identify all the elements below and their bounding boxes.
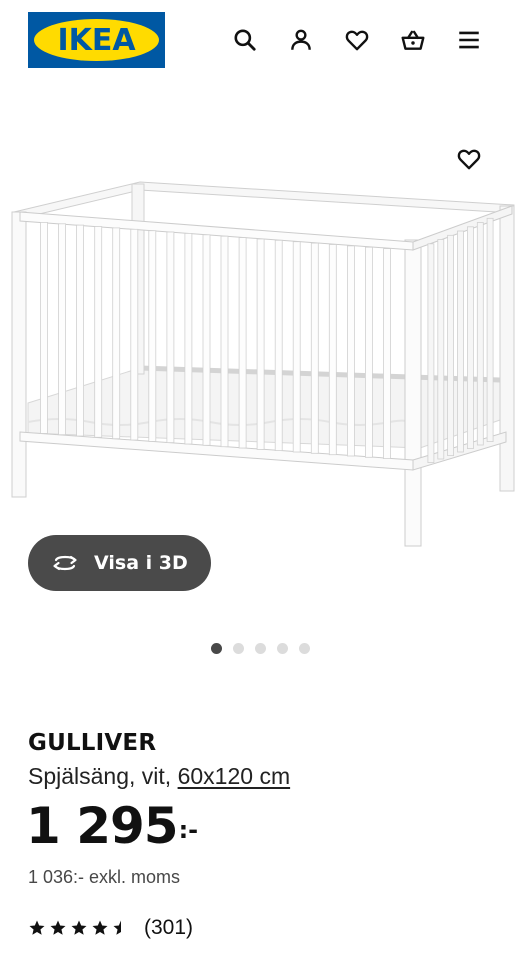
crib-slat bbox=[166, 231, 175, 444]
star-full-icon bbox=[29, 920, 45, 935]
heart-icon bbox=[457, 149, 481, 170]
carousel-dot[interactable] bbox=[299, 643, 310, 654]
price-amount: 1 295 bbox=[26, 797, 179, 855]
crib-end-slat bbox=[476, 222, 484, 446]
carousel-dot[interactable] bbox=[211, 643, 222, 654]
crib-slat bbox=[383, 248, 391, 459]
image-carousel-indicator bbox=[211, 643, 310, 654]
crib-slat bbox=[292, 241, 301, 453]
star-full-icon bbox=[71, 920, 87, 935]
view-in-3d-button[interactable]: Visa i 3D bbox=[28, 535, 211, 591]
crib-slat bbox=[76, 224, 84, 437]
account-icon bbox=[291, 29, 311, 50]
logo-text: IKEA bbox=[57, 22, 136, 58]
product-size-link[interactable]: 60x120 cm bbox=[178, 763, 291, 789]
crib-end-slat bbox=[486, 217, 494, 443]
carousel-dot[interactable] bbox=[255, 643, 266, 654]
crib-slat bbox=[256, 238, 265, 450]
crib-slat bbox=[346, 245, 355, 457]
ikea-logo[interactable]: IKEA bbox=[28, 12, 165, 68]
crib-slat bbox=[148, 230, 157, 442]
rating-stars bbox=[28, 919, 130, 937]
crib-slat bbox=[58, 223, 66, 436]
product-image[interactable] bbox=[0, 170, 525, 560]
carousel-dot[interactable] bbox=[277, 643, 288, 654]
site-header: IKEA bbox=[0, 0, 525, 80]
crib-slat bbox=[40, 222, 48, 434]
heart-icon bbox=[345, 30, 369, 51]
crib-slat bbox=[94, 226, 103, 438]
favourites-button[interactable] bbox=[341, 24, 373, 56]
search-button[interactable] bbox=[229, 24, 261, 56]
product-type-text: Spjälsäng, vit, bbox=[28, 763, 178, 789]
carousel-dot[interactable] bbox=[233, 643, 244, 654]
crib-slat bbox=[202, 234, 211, 446]
star-half-icon bbox=[113, 920, 121, 935]
crib-end-slat bbox=[447, 234, 455, 457]
product-name: GULLIVER bbox=[28, 730, 157, 756]
crib-end-slat bbox=[427, 243, 435, 464]
crib-end-slat bbox=[437, 239, 445, 460]
view-in-3d-label: Visa i 3D bbox=[94, 552, 188, 574]
crib-end-slat bbox=[466, 226, 474, 450]
star-full-icon bbox=[92, 920, 108, 935]
price-excl-vat: 1 036:- exkl. moms bbox=[28, 867, 181, 887]
rotate-3d-icon bbox=[53, 555, 77, 571]
crib-end-slat bbox=[457, 230, 464, 453]
crib-slat bbox=[274, 239, 283, 452]
crib-slat bbox=[364, 246, 373, 458]
search-icon bbox=[234, 29, 256, 51]
crib-illustration bbox=[11, 181, 515, 547]
crib-slat bbox=[130, 228, 139, 441]
price-suffix: :- bbox=[178, 816, 199, 844]
star-full-icon bbox=[50, 920, 66, 935]
crib-slat bbox=[220, 235, 229, 448]
account-button[interactable] bbox=[285, 24, 317, 56]
crib-slat bbox=[112, 227, 121, 440]
menu-button[interactable] bbox=[453, 24, 485, 56]
product-rating[interactable]: (301) bbox=[28, 916, 193, 940]
review-count: (301) bbox=[144, 916, 194, 939]
menu-icon bbox=[459, 31, 479, 49]
crib-slat bbox=[328, 244, 337, 456]
crib-slat bbox=[184, 233, 193, 445]
crib-slat bbox=[310, 242, 319, 454]
crib-slat bbox=[238, 237, 247, 449]
product-description: Spjälsäng, vit, 60x120 cm bbox=[28, 763, 290, 790]
basket-icon bbox=[401, 30, 425, 50]
basket-button[interactable] bbox=[397, 24, 429, 56]
product-price: 1 295 :- bbox=[26, 801, 198, 851]
